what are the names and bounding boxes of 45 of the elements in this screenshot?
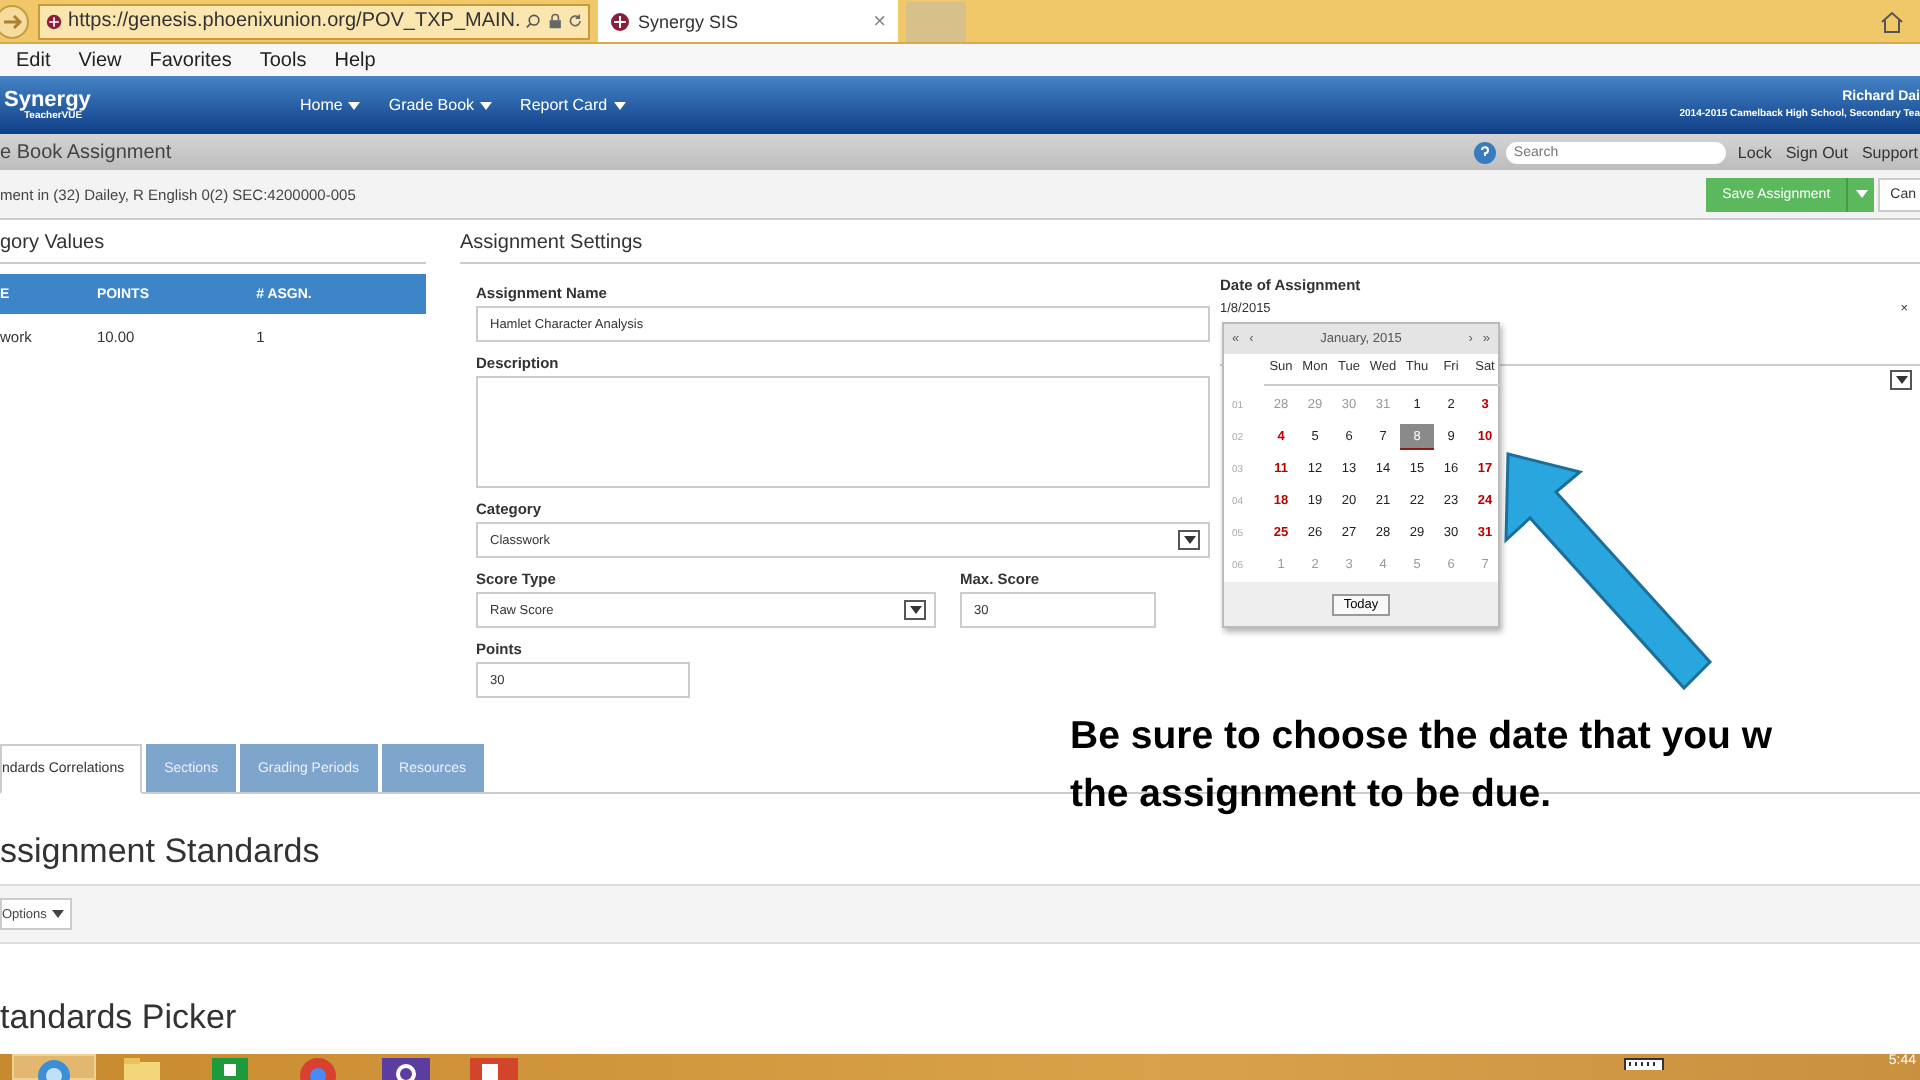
- header-link[interactable]: Sign Out: [1783, 143, 1850, 161]
- nav-menu[interactable]: Report Card: [520, 96, 626, 114]
- search-icon[interactable]: [526, 12, 542, 30]
- keyboard-icon[interactable]: [1624, 1058, 1665, 1070]
- caret-icon: [52, 910, 65, 918]
- gear-icon[interactable]: [382, 1056, 430, 1080]
- section-heading: ssignment Standards: [0, 832, 322, 872]
- caret-icon: [1895, 376, 1907, 384]
- app-icon[interactable]: [470, 1056, 518, 1080]
- menu-item[interactable]: View: [62, 49, 134, 71]
- panel-title: gory Values: [0, 232, 426, 264]
- home-icon[interactable]: [1880, 9, 1904, 33]
- menu-item[interactable]: Favorites: [133, 49, 244, 71]
- header-link[interactable]: Support: [1859, 143, 1920, 161]
- header-link[interactable]: Lock: [1735, 143, 1774, 161]
- store-icon[interactable]: [210, 1056, 250, 1080]
- close-button[interactable]: ×: [873, 9, 886, 33]
- annotation-text: Be sure to choose the date that you w the assignment to be due.: [1070, 712, 1773, 820]
- panel-title: Assignment Settings: [460, 232, 1220, 264]
- caret-icon: [1855, 190, 1868, 198]
- caret-icon: [1183, 536, 1195, 544]
- menu-item[interactable]: Edit: [0, 49, 63, 71]
- lock-icon: [547, 12, 562, 30]
- browser-tab[interactable]: Synergy SIS ×: [598, 0, 898, 42]
- nav-menu[interactable]: Grade Book: [388, 96, 493, 114]
- caret-icon: [613, 101, 626, 109]
- help-icon[interactable]: [1473, 141, 1496, 163]
- browser-icon[interactable]: [36, 1058, 72, 1080]
- dropdown-button[interactable]: [1890, 370, 1912, 390]
- menu-item[interactable]: Help: [318, 49, 388, 71]
- site-icon: [610, 11, 630, 31]
- caret-icon: [909, 606, 921, 614]
- page-title: e Book Assignment: [0, 141, 174, 163]
- menu-item[interactable]: Tools: [243, 49, 319, 71]
- site-icon: [46, 11, 63, 31]
- section-heading: tandards Picker: [0, 998, 239, 1038]
- caret-icon: [348, 101, 361, 109]
- description-field[interactable]: [476, 376, 1210, 488]
- address-field[interactable]: https://genesis.phoenixunion.org/POV_TXP_MAIN.: [38, 3, 590, 39]
- logo-text: Synergy: [4, 89, 93, 111]
- back-button[interactable]: [0, 3, 30, 39]
- refresh-icon[interactable]: [567, 12, 582, 30]
- save-options-button[interactable]: [1846, 177, 1875, 211]
- caret-icon: [480, 101, 493, 109]
- nav-menu[interactable]: Home: [300, 96, 361, 114]
